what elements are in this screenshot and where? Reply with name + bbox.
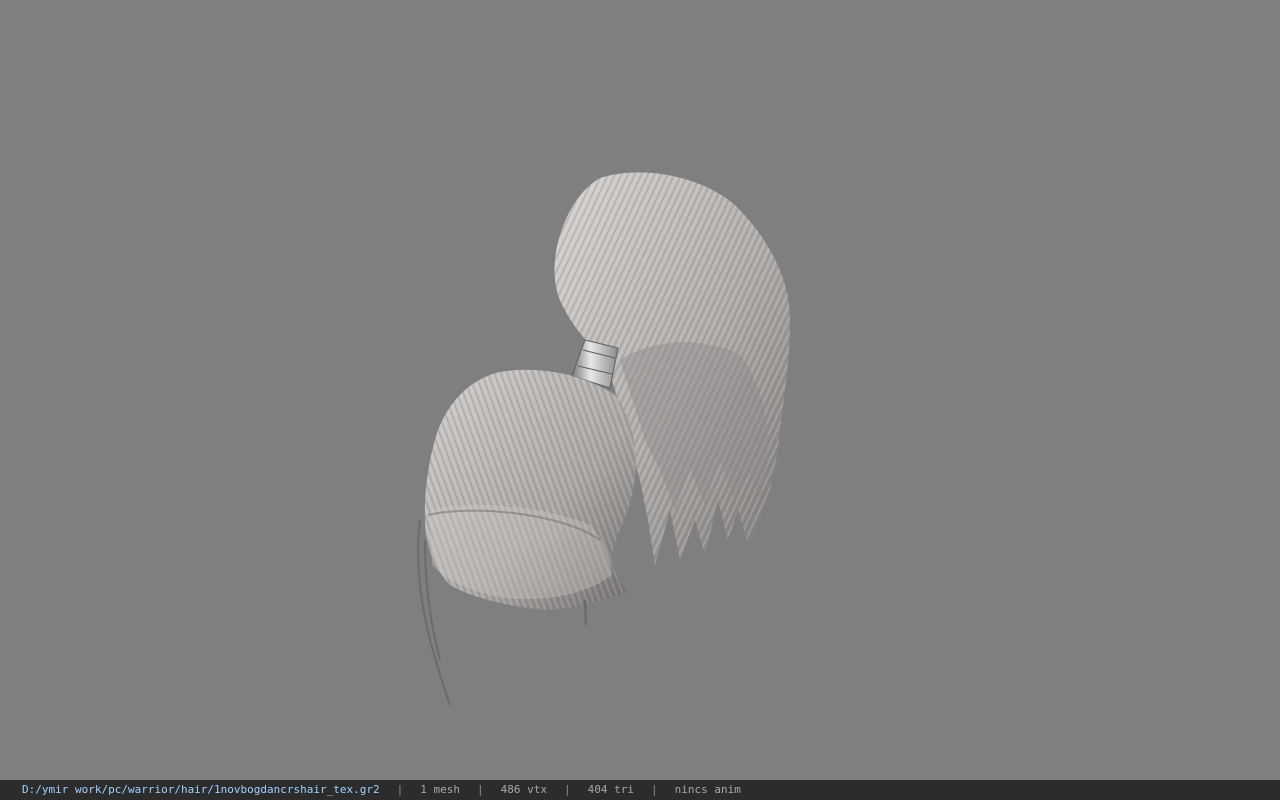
- hair-model-render[interactable]: [0, 0, 1280, 780]
- status-bar: D:/ymir work/pc/warrior/hair/1novbogdanc…: [0, 780, 1280, 800]
- mesh-count: 1 mesh: [420, 783, 460, 796]
- separator: |: [650, 783, 658, 796]
- separator: |: [396, 783, 404, 796]
- separator: |: [477, 783, 484, 796]
- separator: |: [563, 783, 571, 796]
- hair-bun: [424, 369, 636, 610]
- triangle-count: 404 tri: [587, 783, 634, 796]
- animation-status: nincs anim: [674, 783, 741, 796]
- vertex-count: 486 vtx: [500, 783, 547, 796]
- file-path-label: D:/ymir work/pc/warrior/hair/1novbogdanc…: [22, 783, 380, 796]
- 3d-viewport[interactable]: [0, 0, 1280, 780]
